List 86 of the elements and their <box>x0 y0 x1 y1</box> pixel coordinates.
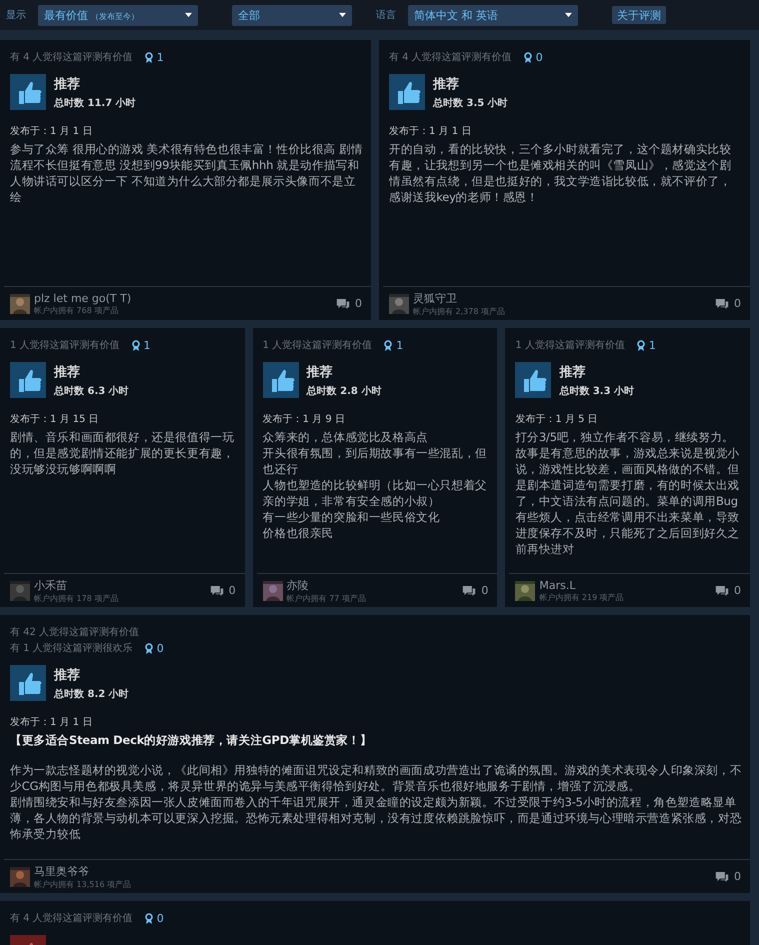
playtime-text: 总时数 11.7 小时 <box>54 96 136 110</box>
award-icon <box>144 642 153 654</box>
award-count: 1 <box>648 338 656 352</box>
filter-label: 显示 <box>6 9 26 22</box>
comment-icon <box>715 298 729 310</box>
comment-icon <box>715 584 730 596</box>
caret-icon <box>184 12 193 18</box>
review-text: 作为一款志怪题材的视觉小说，《此间相》用独特的傩面诅咒设定和精致的画面成功营造出了诡谲的氛围。游戏的美术表现令人印象深刻，不少CG构图与用色都极具美感，将灵异世界的诡异与美感平衡得恰到好处。背景音乐也很好地服务于剧情，增强了沉浸感。 <box>10 762 742 794</box>
helpful-text: 1 人觉得这篇评测有价值 <box>515 338 625 352</box>
review-text: 人物也塑造的比较鲜明（比如一心只想着父亲的学姐，非常有安全感的小叔） <box>262 477 488 509</box>
product-count: 帐户内拥有 768 项产品 <box>34 304 120 316</box>
comment-count: 0 <box>734 297 741 310</box>
comment-icon <box>462 584 476 596</box>
product-count: 帐户内拥有 219 项产品 <box>539 592 625 602</box>
award-icon <box>384 340 392 350</box>
posted-date: 发布于：1 月 15 日 <box>10 413 100 426</box>
playtime-text: 总时数 2.8 小时 <box>306 384 382 398</box>
review-text: 剧情、音乐和画面都很好，还是很值得一玩的，但是感觉剧情还能扩展的更长更有趣，没玩够没玩够啊啊啊 <box>10 429 236 477</box>
filter-label: 语言 <box>376 8 396 22</box>
comment-count: 0 <box>734 584 742 597</box>
review-text: 剧情围绕安和与好友叁添因一张人皮傩面而卷入的千年诅咒展开，通灵金瞳的设定颇为新颖。不过受限于约3-5小时的流程，角色塑造略显单薄，各人物的背景与动机本可以更深入挖掘。恐怖元素处理得相对克制，没有过度依赖跳脸惊吓，而是通过环境与心理暗示营造紧张感，对恐怖承受力较低 <box>10 794 742 842</box>
product-count: 帐户内拥有 13,516 项产品 <box>34 878 132 890</box>
award-count: 1 <box>396 338 404 352</box>
helpful-text: 有 4 人觉得这篇评测有价值 <box>10 912 133 925</box>
helpful-text: 1 人觉得这篇评测有价值 <box>10 338 120 352</box>
posted-date: 发布于：1 月 1 日 <box>10 716 94 729</box>
review-text: 开头很有氛围，到后期故事有一些混乱，但也还行 <box>262 445 488 477</box>
award-icon <box>144 912 153 924</box>
award-icon <box>524 52 532 62</box>
comment-count: 0 <box>355 297 362 310</box>
review-text: 有一些少量的突脸和一些民俗文化 <box>262 509 441 525</box>
verdict-title: 推荐 <box>306 364 334 380</box>
posted-date: 发布于：1 月 5 日 <box>515 413 599 426</box>
verdict-title: 推荐 <box>559 364 586 380</box>
helpful-text: 有 4 人觉得这篇评测有价值 <box>10 50 133 64</box>
playtime-text: 总时数 3.5 小时 <box>433 96 508 110</box>
author-name[interactable]: 小禾苗 <box>34 578 210 592</box>
dropdown[interactable]: 简体中文 和 英语 <box>408 4 578 26</box>
review-text: 众筹来的，总体感觉比及格高点 <box>262 429 429 445</box>
author-name[interactable]: plz let me go(T T) <box>34 292 336 304</box>
comment-count: 0 <box>228 584 236 597</box>
award-icon <box>144 52 153 62</box>
review-text: 开的自动，看的比较快，三个多小时就看完了，这个题材确实比较有趣，让我想到另一个也是傩戏相关的叫《雪凤山》，感觉这个剧情虽然有点绕，但是也挺好的，我文学造诣比较低，就不评价了，感谢送我key的老师！感恩！ <box>389 141 732 205</box>
posted-date: 发布于：1 月 9 日 <box>262 413 346 426</box>
author-name[interactable]: 灵狐守卫 <box>413 290 715 306</box>
helpful-text: 有 1 人觉得这篇评测很欢乐 <box>10 642 133 655</box>
comment-icon <box>336 298 350 310</box>
review-text: 故事是有意思的故事，游戏总来说是视觉小说，游戏性比较差，画面风格做的不错。但是剧本遣词造句需要打磨，有的时候太出戏了，中文语法有点问题的。菜单的调用Bug有些烦人，点击经常调用不出来菜单，导致进度保存不及时，只能死了之后回到好久之前再快进对 <box>515 445 741 557</box>
product-count: 帐户内拥有 77 项产品 <box>286 592 367 604</box>
verdict-title: 推荐 <box>54 364 81 380</box>
verdict-title: 推荐 <box>54 666 81 684</box>
review-text: 【更多适合Steam Deck的好游戏推荐，请关注GPD掌机鉴赏家！】 <box>10 732 373 748</box>
posted-date: 发布于：1 月 1 日 <box>10 125 94 138</box>
verdict-title: 推荐 <box>54 76 81 92</box>
product-count: 帐户内拥有 178 项产品 <box>34 592 120 604</box>
review-text: 参与了众筹 很用心的游戏 美术很有特色也很丰富！性价比很高 剧情流程不长但挺有意思 没想到99块能买到真玉佩hhh 就是动作描写和人物讲话可以区分一下 不知道为什么大部分都是展示头像而不是立绘 <box>10 141 363 205</box>
author-name[interactable]: 亦陵 <box>286 578 462 592</box>
review-text: 价格也很亲民 <box>262 525 334 541</box>
comment-icon <box>715 870 729 882</box>
caret-icon <box>338 12 347 18</box>
helpful-text: 有 42 人觉得这篇评测有价值 <box>10 626 140 639</box>
dropdown[interactable]: 全部 <box>232 4 352 26</box>
about-button[interactable]: 关于评测 <box>612 6 666 24</box>
comment-icon <box>210 584 224 596</box>
posted-date: 发布于：1 月 1 日 <box>389 125 472 138</box>
author-name[interactable]: Mars.L <box>539 578 716 592</box>
author-name[interactable]: 马里奥爷爷 <box>34 864 715 878</box>
award-icon <box>132 340 140 350</box>
playtime-text: 总时数 6.3 小时 <box>54 384 129 398</box>
comment-count: 0 <box>481 584 488 597</box>
helpful-text: 1 人觉得这篇评测有价值 <box>262 338 372 352</box>
helpful-text: 有 4 人觉得这篇评测有价值 <box>389 50 512 64</box>
review-text: 打分3/5吧，独立作者不容易，继续努力。 <box>515 429 735 445</box>
playtime-text: 总时数 8.2 小时 <box>54 688 129 700</box>
award-count: 1 <box>144 338 151 352</box>
playtime-text: 总时数 3.3 小时 <box>559 384 634 398</box>
award-count: 0 <box>156 912 164 924</box>
comment-count: 0 <box>734 870 741 883</box>
caret-icon <box>564 12 573 18</box>
award-count: 1 <box>156 50 164 64</box>
award-count: 0 <box>536 50 543 64</box>
dropdown[interactable]: 最有价值 （发布至今） <box>38 4 198 26</box>
award-icon <box>636 340 645 350</box>
award-count: 0 <box>156 642 164 654</box>
verdict-title: 推荐 <box>433 76 460 92</box>
product-count: 帐户内拥有 2,378 项产品 <box>413 306 506 316</box>
